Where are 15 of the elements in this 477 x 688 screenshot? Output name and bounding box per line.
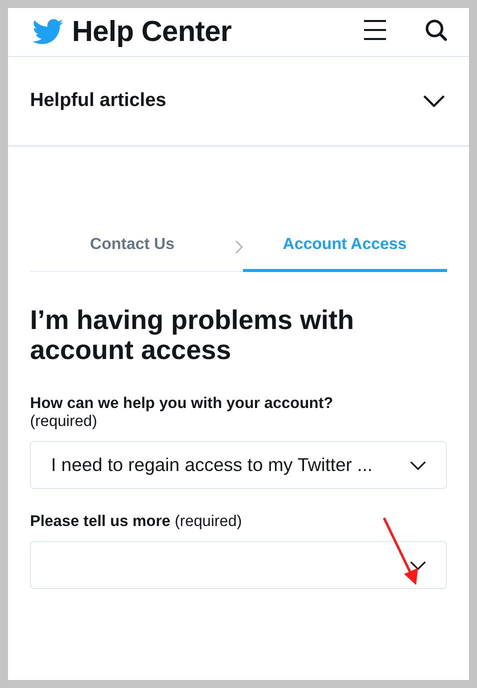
- select-field[interactable]: I need to regain access to my Twitter ...: [30, 441, 447, 490]
- breadcrumb-chevron-icon: [234, 240, 242, 254]
- required-note: (required): [30, 413, 98, 432]
- page-heading: I’m having problems with account access: [30, 306, 356, 366]
- bird-logo-icon: [32, 19, 64, 45]
- select-field[interactable]: [30, 541, 447, 590]
- field-label: How can we help you with your account?: [30, 395, 334, 412]
- chevron-down-icon: [410, 560, 426, 570]
- tab[interactable]: Contact Us: [30, 223, 234, 272]
- field-label: Please tell us more (required): [30, 513, 243, 532]
- site-title: Help Center: [72, 16, 232, 48]
- chevron-down-icon: [410, 460, 426, 470]
- helpful-articles-accordion[interactable]: Helpful articles: [8, 57, 469, 147]
- annotation-arrow: [382, 516, 420, 586]
- chevron-down-icon: [423, 95, 445, 107]
